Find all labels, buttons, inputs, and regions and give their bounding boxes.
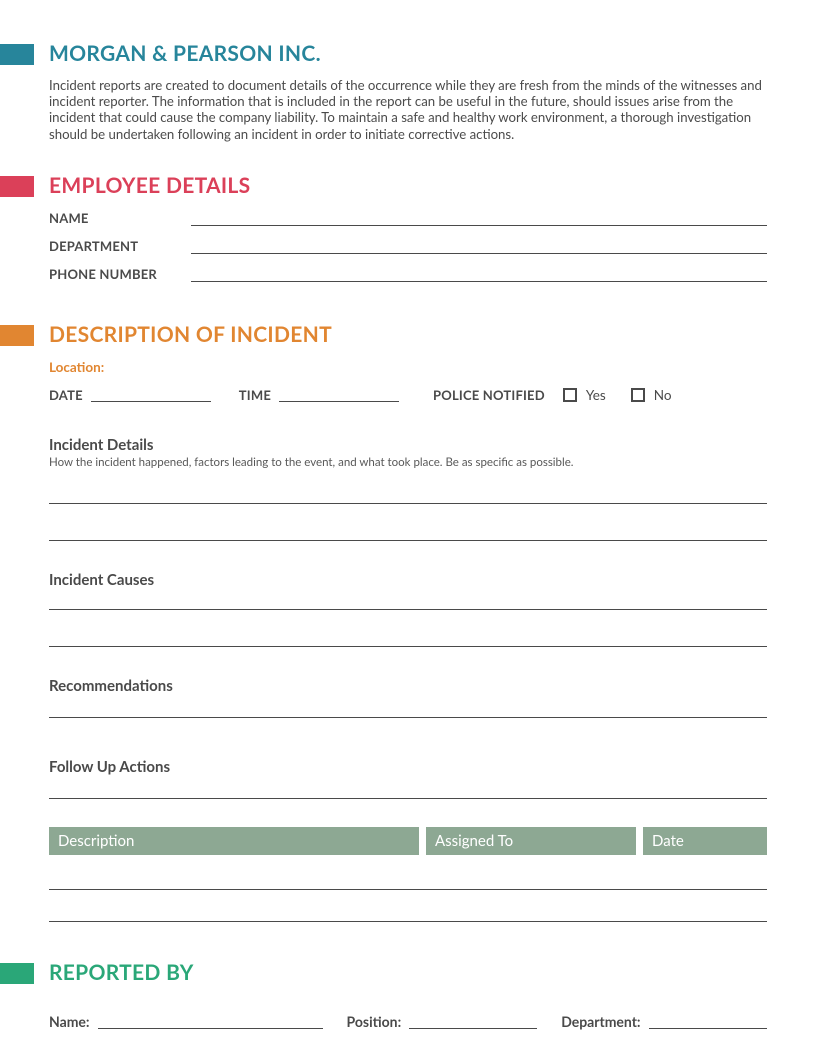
followup-heading: Follow Up Actions (49, 758, 767, 776)
police-label: POLICE NOTIFIED (433, 387, 545, 403)
date-label: DATE (49, 387, 83, 403)
police-yes-label: Yes (586, 387, 606, 403)
employee-dept-row: DEPARTMENT (49, 238, 767, 254)
incident-section-title: DESCRIPTION OF INCIDENT (49, 322, 767, 347)
reported-dept-label: Department: (561, 1013, 640, 1030)
reported-by-row: Name: Position: Department: (49, 1013, 767, 1030)
incident-details-line-2[interactable] (49, 540, 767, 541)
intro-paragraph: Incident reports are created to document… (49, 77, 767, 142)
reported-name-label: Name: (49, 1013, 90, 1030)
company-name: MORGAN & PEARSON INC. (49, 41, 767, 66)
table-row-line-1[interactable] (49, 889, 767, 890)
time-label: TIME (239, 387, 271, 403)
incident-details-heading: Incident Details (49, 436, 767, 454)
table-header-date: Date (643, 827, 767, 855)
table-row-line-2[interactable] (49, 921, 767, 922)
reported-name-input[interactable] (98, 1028, 323, 1029)
reported-position-label: Position: (347, 1013, 402, 1030)
employee-name-row: NAME (49, 210, 767, 226)
incident-causes-heading: Incident Causes (49, 571, 767, 589)
incident-details-line-1[interactable] (49, 503, 767, 504)
followup-line-1[interactable] (49, 798, 767, 799)
employee-name-label: NAME (49, 210, 183, 226)
recommendations-line-1[interactable] (49, 717, 767, 718)
employee-dept-input[interactable] (191, 238, 767, 254)
recommendations-heading: Recommendations (49, 677, 767, 695)
time-input[interactable] (279, 388, 399, 402)
reported-dept-input[interactable] (649, 1028, 767, 1029)
police-yes-checkbox[interactable] (563, 388, 577, 402)
incident-causes-line-1[interactable] (49, 609, 767, 610)
employee-phone-row: PHONE NUMBER (49, 266, 767, 282)
accent-square-reported (0, 963, 34, 984)
table-header-description: Description (49, 827, 419, 855)
incident-details-helper: How the incident happened, factors leadi… (49, 456, 767, 469)
reported-section-title: REPORTED BY (49, 960, 767, 985)
employee-phone-label: PHONE NUMBER (49, 266, 183, 282)
police-no-checkbox[interactable] (631, 388, 645, 402)
employee-name-input[interactable] (191, 210, 767, 226)
table-header-assigned: Assigned To (426, 827, 636, 855)
accent-square-header (0, 44, 34, 65)
followup-table-header: Description Assigned To Date (49, 827, 767, 855)
location-label: Location: (49, 359, 767, 375)
accent-square-employee (0, 176, 34, 197)
date-time-police-row: DATE TIME POLICE NOTIFIED Yes No (49, 387, 767, 403)
date-input[interactable] (91, 388, 211, 402)
employee-phone-input[interactable] (191, 266, 767, 282)
police-no-label: No (654, 387, 672, 403)
incident-causes-line-2[interactable] (49, 646, 767, 647)
employee-section-title: EMPLOYEE DETAILS (49, 173, 767, 198)
accent-square-incident (0, 325, 34, 346)
reported-position-input[interactable] (409, 1028, 537, 1029)
employee-dept-label: DEPARTMENT (49, 238, 183, 254)
